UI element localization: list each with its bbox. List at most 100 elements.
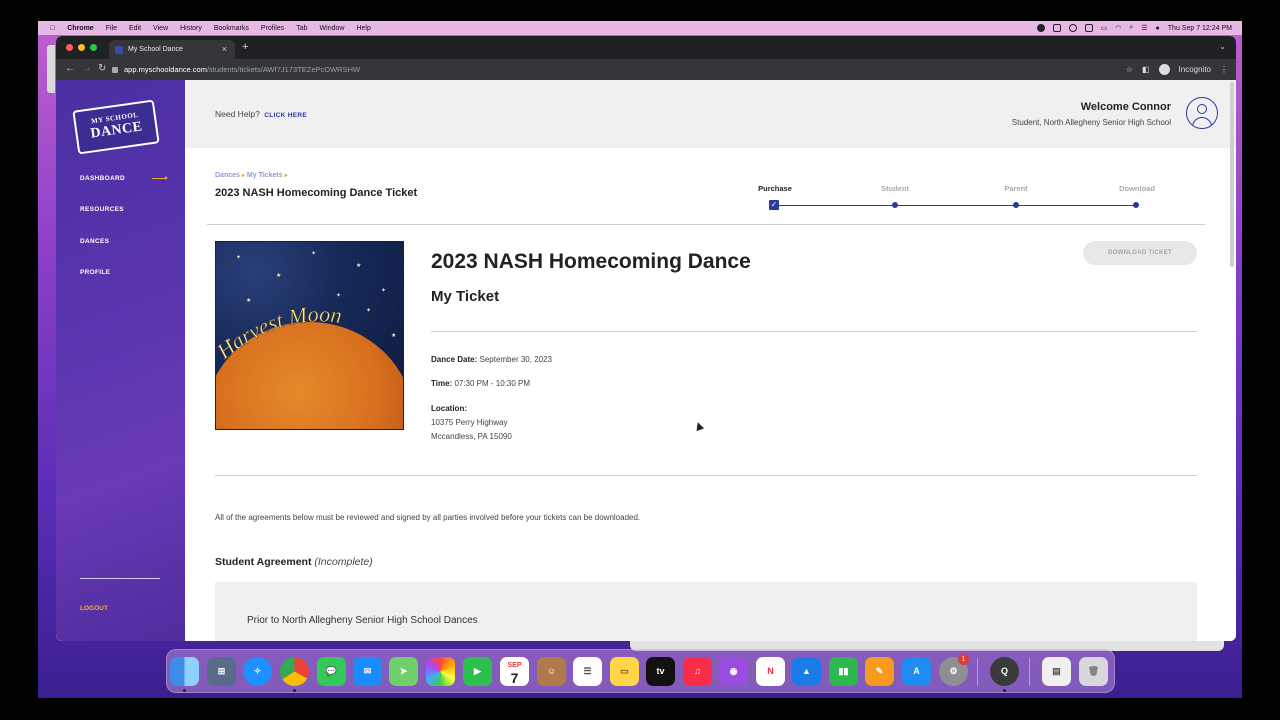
minimize-window-button[interactable]	[78, 44, 85, 51]
document-icon[interactable]: ▤	[1042, 657, 1071, 686]
browser-tab[interactable]: My School Dance ×	[109, 40, 235, 59]
menu-extras: ▭ ◠ ⌕ ☰ ● Thu Sep 7 12:24 PM	[1036, 21, 1232, 35]
student-agreement-box[interactable]: Prior to North Allegheny Senior High Sch…	[215, 582, 1197, 641]
sidebar-item-profile[interactable]: PROFILE	[80, 269, 110, 276]
breadcrumb-dances[interactable]: Dances	[215, 172, 240, 179]
step-purchase-label: Purchase	[758, 184, 792, 193]
launchpad-icon[interactable]: ⊞	[207, 657, 236, 686]
page-scrollbar[interactable]	[1230, 82, 1234, 267]
zoom-window-button[interactable]	[90, 44, 97, 51]
address-line1: 10375 Perry Highway	[431, 418, 508, 427]
back-icon[interactable]: ←	[65, 63, 75, 74]
site-logo[interactable]: MY SCHOOL DANCE	[72, 99, 160, 155]
running-indicator	[1003, 689, 1006, 692]
clock[interactable]: Thu Sep 7 12:24 PM	[1168, 25, 1232, 32]
close-window-button[interactable]	[66, 44, 73, 51]
podcasts-icon[interactable]: ◉	[719, 657, 748, 686]
keynote-icon[interactable]: ▲	[792, 657, 821, 686]
news-icon[interactable]: N	[756, 657, 785, 686]
numbers-icon[interactable]: ▮▮	[829, 657, 858, 686]
arrow-right-icon	[152, 176, 168, 180]
chrome-icon[interactable]	[280, 657, 309, 686]
calendar-icon[interactable]: SEP 7	[500, 657, 529, 686]
eye-icon[interactable]	[1068, 24, 1077, 32]
tab-search-icon[interactable]: ⌄	[1219, 42, 1226, 51]
menu-app-name[interactable]: Chrome	[67, 25, 93, 32]
help-link[interactable]: CLICK HERE	[264, 112, 307, 119]
app-store-icon[interactable]: A	[902, 657, 931, 686]
apple-icon[interactable]: 	[50, 25, 55, 32]
menu-file[interactable]: File	[106, 25, 117, 32]
close-tab-icon[interactable]: ×	[222, 44, 227, 54]
notes-icon[interactable]: ▭	[610, 657, 639, 686]
help-label: Need Help?	[215, 109, 260, 119]
sidebar-item-resources[interactable]: RESOURCES	[80, 206, 124, 213]
menu-window[interactable]: Window	[320, 25, 345, 32]
dock-separator	[1029, 658, 1030, 686]
forward-icon[interactable]: →	[82, 63, 92, 74]
logout-link[interactable]: LOGOUT	[80, 605, 108, 612]
tools-icon[interactable]	[1084, 24, 1093, 32]
address-bar[interactable]: app.myschooldance.com/students/tickets/A…	[112, 62, 1142, 77]
trash-icon[interactable]: 🗑	[1079, 657, 1108, 686]
dance-time: Time: 07:30 PM - 10:30 PM	[431, 379, 530, 388]
safari-icon[interactable]: ✧	[243, 657, 272, 686]
breadcrumb-separator: ▸	[241, 173, 245, 179]
student-agreement-status: (Incomplete)	[314, 556, 373, 568]
reload-icon[interactable]: ↻	[98, 63, 106, 74]
menu-bar:  Chrome File Edit View History Bookmark…	[38, 21, 1242, 35]
contacts-icon[interactable]: ☺	[537, 657, 566, 686]
menu-edit[interactable]: Edit	[129, 25, 141, 32]
side-panel-icon[interactable]: ◧	[1142, 65, 1150, 74]
siri-icon[interactable]: ●	[1156, 25, 1160, 32]
search-icon[interactable]: ⌕	[1129, 24, 1133, 32]
battery-icon[interactable]: ▭	[1101, 24, 1108, 32]
browser-menu-icon[interactable]: ⋮	[1220, 65, 1228, 74]
sidebar-divider	[80, 578, 160, 579]
pages-icon[interactable]: ✎	[865, 657, 894, 686]
menu-help[interactable]: Help	[356, 25, 370, 32]
download-ticket-button[interactable]: DOWNLOAD TICKET	[1083, 241, 1197, 265]
messages-icon[interactable]: 💬	[317, 657, 346, 686]
reminders-icon[interactable]: ☰	[573, 657, 602, 686]
incognito-icon[interactable]	[1158, 64, 1170, 75]
quicktime-icon[interactable]: Q	[990, 657, 1019, 686]
url-host: app.myschooldance.com	[124, 65, 207, 74]
menu-profiles[interactable]: Profiles	[261, 25, 284, 32]
finder-icon[interactable]	[170, 657, 199, 686]
running-indicator	[293, 689, 296, 692]
page-title: 2023 NASH Homecoming Dance Ticket	[215, 187, 418, 199]
event-subtitle: My Ticket	[431, 288, 500, 305]
mail-icon[interactable]: ✉	[353, 657, 382, 686]
apple-tv-icon[interactable]: tv	[646, 657, 675, 686]
user-role: Student, North Allegheny Senior High Sch…	[1011, 118, 1171, 127]
sidebar: MY SCHOOL DANCE DASHBOARD RESOURCES DANC…	[56, 80, 185, 641]
new-tab-button[interactable]: +	[242, 41, 248, 53]
running-indicator	[183, 689, 186, 692]
maps-icon[interactable]: ➤	[389, 657, 418, 686]
wifi-icon[interactable]: ◠	[1115, 24, 1121, 32]
breadcrumb: Dances ▸ My Tickets ▸	[215, 172, 290, 179]
music-icon[interactable]: ♫	[683, 657, 712, 686]
screen-icon[interactable]	[1052, 24, 1061, 32]
agreement-text: Prior to North Allegheny Senior High Sch…	[247, 615, 478, 626]
photos-icon[interactable]	[426, 657, 455, 686]
record-icon[interactable]	[1036, 24, 1045, 32]
time-value: 07:30 PM - 10:30 PM	[454, 379, 531, 388]
menu-bookmarks[interactable]: Bookmarks	[214, 25, 249, 32]
menu-tab[interactable]: Tab	[296, 25, 307, 32]
bookmark-star-icon[interactable]: ☆	[1126, 65, 1133, 74]
avatar-icon[interactable]	[1186, 97, 1218, 129]
incognito-label[interactable]: Incognito	[1179, 65, 1211, 74]
facetime-icon[interactable]: ▶	[463, 657, 492, 686]
menu-history[interactable]: History	[180, 25, 202, 32]
breadcrumb-my-tickets[interactable]: My Tickets	[247, 172, 283, 179]
step-purchase-check-icon: ✓	[769, 200, 779, 210]
lock-icon	[112, 66, 118, 73]
sidebar-item-dashboard[interactable]: DASHBOARD	[80, 175, 125, 182]
menu-view[interactable]: View	[153, 25, 168, 32]
dance-date-value: September 30, 2023	[479, 355, 552, 364]
control-center-icon[interactable]: ☰	[1141, 24, 1147, 32]
sidebar-item-dances[interactable]: DANCES	[80, 238, 109, 245]
dock-separator	[977, 658, 978, 686]
